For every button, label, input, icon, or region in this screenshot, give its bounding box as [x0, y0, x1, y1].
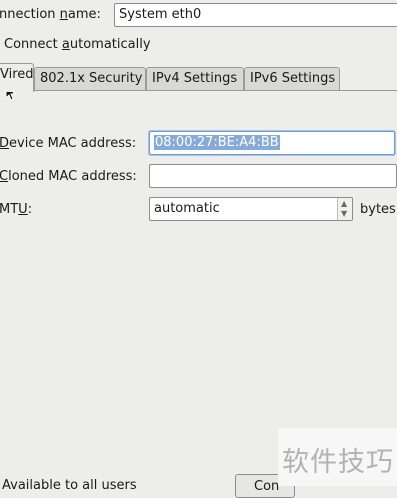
connection-name-label: nnection name: [0, 7, 101, 22]
device-mac-input[interactable]: 08:00:27:BE:A4:BB [149, 131, 395, 155]
spin-arrows-icon[interactable]: ▲ ▼ [337, 198, 352, 220]
connect-automatically-checkbox[interactable]: Connect automatically [4, 37, 151, 52]
cloned-mac-label: Cloned MAC address: [0, 169, 137, 184]
watermark-text: 软件技巧 [278, 428, 397, 486]
mtu-label: MTU: [0, 202, 33, 217]
cloned-mac-input[interactable] [149, 164, 397, 188]
connection-name-input[interactable]: System eth0 [114, 3, 397, 27]
tab-ipv6-settings[interactable]: IPv6 Settings [244, 67, 340, 91]
mtu-value: automatic [154, 201, 220, 216]
tab-divider [0, 90, 397, 91]
device-mac-label: Device MAC address: [0, 136, 137, 151]
mtu-unit: bytes [360, 202, 396, 217]
tab-bar: Vired 802.1x Security IPv4 Settings IPv6… [0, 63, 397, 92]
tab-8021x-security[interactable]: 802.1x Security [34, 67, 146, 91]
tab-wired[interactable]: Vired [0, 63, 34, 92]
mtu-spinbutton[interactable]: automatic ▲ ▼ [149, 197, 353, 221]
tab-ipv4-settings[interactable]: IPv4 Settings [146, 67, 244, 91]
